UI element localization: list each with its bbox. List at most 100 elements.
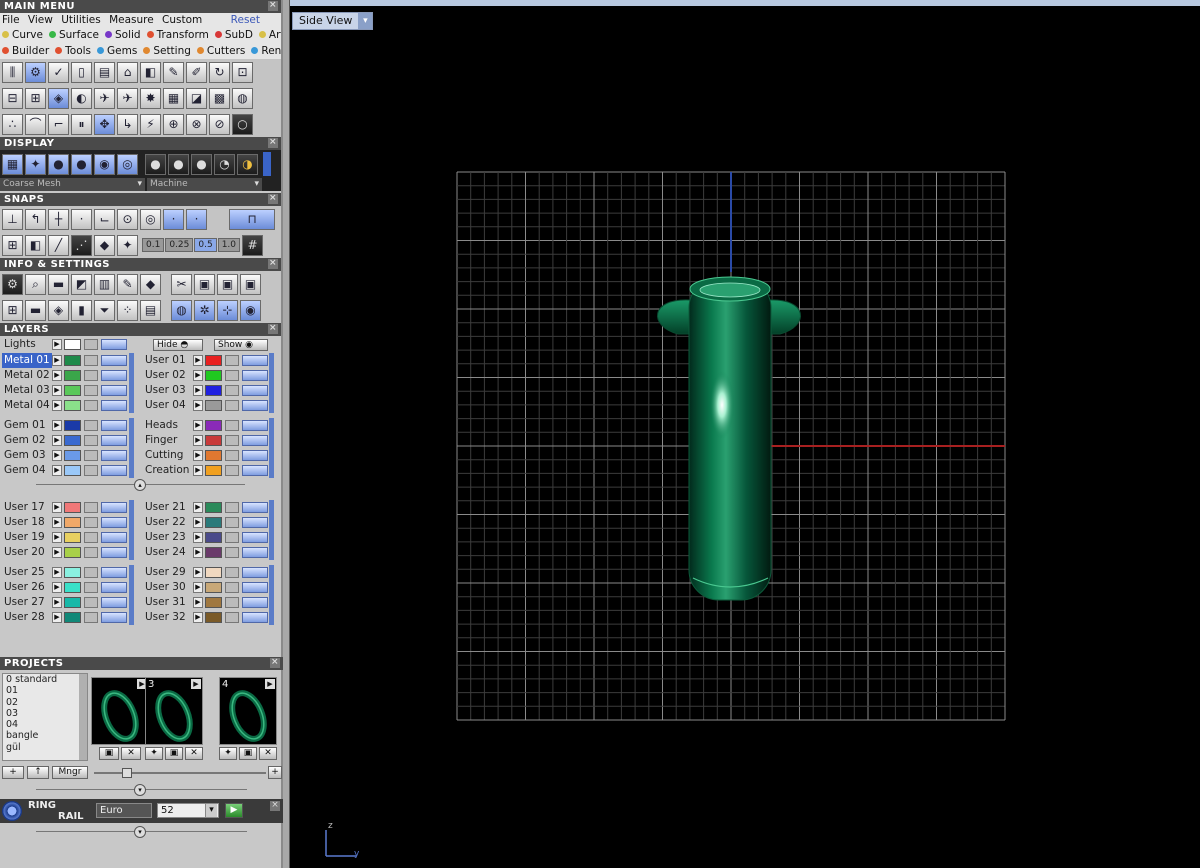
tool-icon[interactable]: ⊡ bbox=[232, 61, 253, 83]
lock-icon[interactable] bbox=[84, 517, 98, 528]
menu-utilities[interactable]: Utilities bbox=[61, 14, 101, 26]
ring-size-select[interactable]: 52 ▾ bbox=[157, 803, 219, 818]
close-icon[interactable]: × bbox=[268, 1, 278, 11]
expand-icon[interactable]: ▶ bbox=[193, 532, 203, 543]
layer-group-bar[interactable] bbox=[129, 565, 134, 625]
expand-icon[interactable]: ▶ bbox=[52, 450, 62, 461]
layer-name[interactable]: Creation bbox=[145, 463, 189, 478]
layer-name[interactable]: User 01 bbox=[145, 353, 186, 368]
visibility-toggle[interactable] bbox=[242, 547, 268, 558]
lock-icon[interactable] bbox=[84, 385, 98, 396]
expand-icon[interactable]: ▶ bbox=[52, 532, 62, 543]
snap-value-active[interactable]: 0.5 bbox=[194, 238, 217, 252]
lock-icon[interactable] bbox=[225, 567, 239, 578]
tool-icon[interactable]: ▬ bbox=[48, 273, 69, 295]
layer-color-swatch[interactable] bbox=[64, 420, 81, 431]
tool-icon[interactable]: ⊟ bbox=[2, 87, 23, 109]
tool-icon[interactable]: ⊞ bbox=[25, 87, 46, 109]
expand-icon[interactable]: ▶ bbox=[52, 502, 62, 513]
menu-file[interactable]: File bbox=[2, 14, 20, 26]
visibility-toggle[interactable] bbox=[101, 597, 127, 608]
snap-icon[interactable]: ◆ bbox=[94, 234, 115, 256]
snap-icon[interactable]: · bbox=[186, 208, 207, 230]
layer-color-swatch[interactable] bbox=[205, 517, 222, 528]
layer-name[interactable]: User 29 bbox=[145, 565, 186, 580]
lock-icon[interactable] bbox=[84, 567, 98, 578]
panel-divider[interactable] bbox=[283, 0, 290, 868]
layer-color-swatch[interactable] bbox=[64, 465, 81, 476]
edit-icon[interactable]: ✎ bbox=[117, 273, 138, 295]
lock-icon[interactable] bbox=[225, 355, 239, 366]
layer-group-bar[interactable] bbox=[129, 418, 134, 478]
builder-tab[interactable]: Surface bbox=[48, 29, 102, 41]
expand-icon[interactable]: ▶ bbox=[52, 435, 62, 446]
tool-icon[interactable]: ▦ bbox=[163, 87, 184, 109]
visibility-toggle[interactable] bbox=[101, 370, 127, 381]
save-icon[interactable]: ▣ bbox=[99, 747, 119, 760]
layers-splitter[interactable]: ▴ bbox=[0, 478, 281, 492]
layer-color-swatch[interactable] bbox=[205, 597, 222, 608]
layer-name[interactable]: Heads bbox=[145, 418, 178, 433]
visibility-toggle[interactable] bbox=[242, 435, 268, 446]
layer-color-swatch[interactable] bbox=[205, 370, 222, 381]
snap-icon[interactable]: ◎ bbox=[140, 208, 161, 230]
close-icon[interactable]: × bbox=[268, 194, 278, 204]
visibility-toggle[interactable] bbox=[101, 547, 127, 558]
expand-icon[interactable]: ▶ bbox=[52, 339, 62, 350]
tool-icon[interactable]: ◧ bbox=[140, 61, 161, 83]
expand-icon[interactable]: ▶ bbox=[52, 400, 62, 411]
render-icon[interactable]: ◉ bbox=[94, 153, 115, 175]
project-list-item[interactable]: 03 bbox=[3, 708, 87, 719]
globe-icon[interactable]: ◎ bbox=[117, 153, 138, 175]
tool-icon[interactable]: ✸ bbox=[140, 87, 161, 109]
project-list[interactable]: 0 standard 01 02 03 04 bangle gül bbox=[2, 673, 88, 761]
visibility-toggle[interactable] bbox=[101, 517, 127, 528]
expand-icon[interactable]: ▶ bbox=[193, 502, 203, 513]
layer-color-swatch[interactable] bbox=[205, 385, 222, 396]
lock-icon[interactable] bbox=[225, 450, 239, 461]
save-icon[interactable]: ▣ bbox=[165, 747, 183, 760]
tool-icon[interactable]: ⫼ bbox=[2, 61, 23, 83]
shaded-icon[interactable]: ✦ bbox=[25, 153, 46, 175]
lock-icon[interactable] bbox=[225, 465, 239, 476]
lock-icon[interactable] bbox=[225, 370, 239, 381]
lock-icon[interactable] bbox=[84, 465, 98, 476]
layer-name[interactable]: User 17 bbox=[4, 500, 45, 515]
visibility-toggle[interactable] bbox=[242, 355, 268, 366]
visibility-toggle[interactable] bbox=[101, 450, 127, 461]
mesh-select[interactable]: Coarse Mesh ▾ bbox=[0, 178, 145, 191]
visibility-toggle[interactable] bbox=[242, 502, 268, 513]
project-list-item[interactable]: gül bbox=[3, 742, 87, 753]
tool-icon[interactable]: ⚡ bbox=[140, 113, 161, 135]
cube-icon[interactable]: ◩ bbox=[71, 273, 92, 295]
lock-icon[interactable] bbox=[225, 517, 239, 528]
layer-name[interactable]: User 23 bbox=[145, 530, 186, 545]
snap-icon[interactable]: ⋰ bbox=[71, 234, 92, 256]
viewport[interactable]: Side View ▾ z y bbox=[290, 0, 1200, 868]
chevron-up-icon[interactable]: ▴ bbox=[134, 479, 146, 491]
material-icon[interactable]: ● bbox=[191, 153, 212, 175]
builder-tab[interactable]: Art bbox=[258, 29, 281, 41]
layer-color-swatch[interactable] bbox=[64, 547, 81, 558]
sphere-icon[interactable]: ● bbox=[48, 153, 69, 175]
lock-icon[interactable] bbox=[225, 502, 239, 513]
snap-value[interactable]: 0.25 bbox=[165, 238, 194, 252]
save-icon[interactable]: ▣ bbox=[239, 747, 257, 760]
layer-color-swatch[interactable] bbox=[205, 400, 222, 411]
expand-icon[interactable]: ▶ bbox=[52, 612, 62, 623]
layer-name[interactable]: User 19 bbox=[4, 530, 45, 545]
layer-name[interactable]: User 03 bbox=[145, 383, 186, 398]
layer-name[interactable]: User 27 bbox=[4, 595, 45, 610]
layer-color-swatch[interactable] bbox=[205, 612, 222, 623]
expand-icon[interactable]: ▶ bbox=[52, 355, 62, 366]
close-icon[interactable]: × bbox=[270, 658, 280, 668]
panel-splitter[interactable]: ▾ bbox=[0, 825, 283, 839]
builder-tab[interactable]: Gems bbox=[97, 45, 140, 57]
layer-color-swatch[interactable] bbox=[205, 435, 222, 446]
layer-color-swatch[interactable] bbox=[205, 547, 222, 558]
expand-icon[interactable]: ▶ bbox=[193, 597, 203, 608]
cube-icon[interactable]: ◈ bbox=[48, 299, 69, 321]
show-all-button[interactable]: Show ◉ bbox=[214, 339, 268, 351]
builder-tab[interactable]: Setting bbox=[143, 45, 194, 57]
snap-icon[interactable]: · bbox=[163, 208, 184, 230]
